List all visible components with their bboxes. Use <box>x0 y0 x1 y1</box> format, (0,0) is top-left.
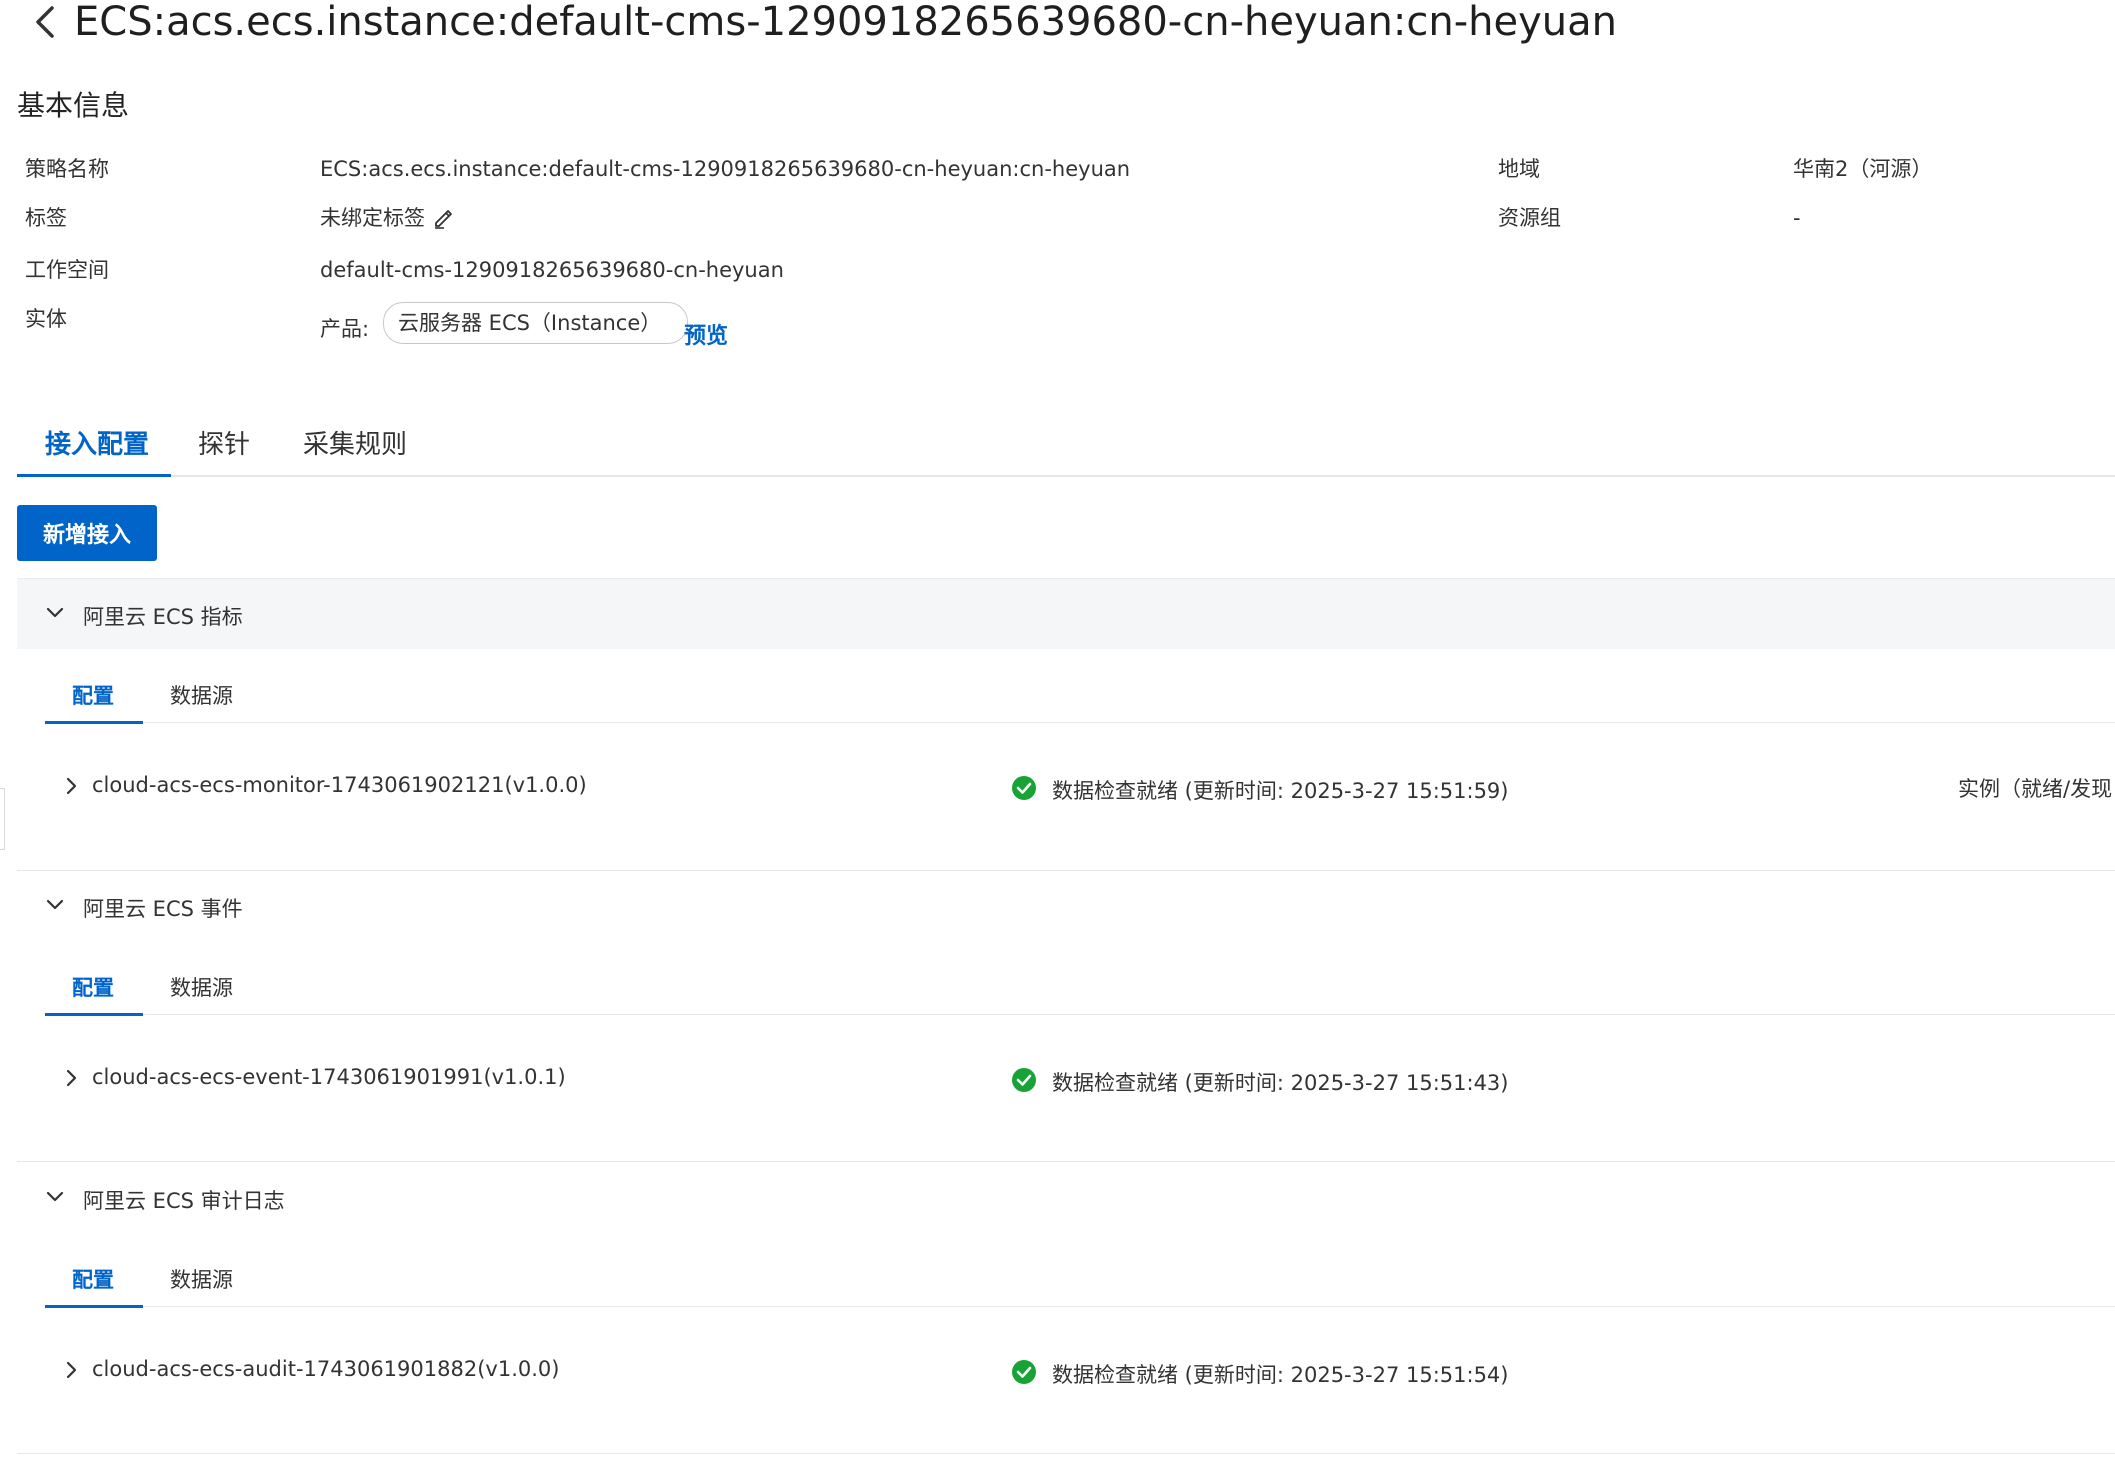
group-separator <box>17 1161 2115 1162</box>
chevron-down-icon[interactable] <box>42 1184 68 1210</box>
group-title-ecs-events: 阿里云 ECS 事件 <box>83 897 243 921</box>
group-separator <box>17 870 2115 871</box>
subtab-divider <box>45 1306 2115 1307</box>
tab-probe[interactable]: 探针 <box>198 424 250 461</box>
config-item-name[interactable]: cloud-acs-ecs-audit-1743061901882(v1.0.0… <box>92 1357 559 1381</box>
group-header-ecs-audit-log[interactable] <box>17 1163 2115 1233</box>
tab-collection-rules[interactable]: 采集规则 <box>303 424 407 461</box>
chevron-down-icon[interactable] <box>42 600 68 626</box>
basic-info-heading: 基本信息 <box>17 89 130 122</box>
instance-status-text: 实例（就绪/发现 <box>1958 777 2113 801</box>
status-text: 数据检查就绪 (更新时间: 2025-3-27 15:51:59) <box>1052 779 1509 803</box>
chevron-right-icon[interactable] <box>58 1357 84 1383</box>
tab-access-config[interactable]: 接入配置 <box>45 424 149 461</box>
resource-group-value: - <box>1793 206 1801 230</box>
policy-name-value: ECS:acs.ecs.instance:default-cms-1290918… <box>320 157 1131 181</box>
group-title-ecs-metrics: 阿里云 ECS 指标 <box>83 605 243 629</box>
config-item-name[interactable]: cloud-acs-ecs-monitor-1743061902121(v1.0… <box>92 773 587 797</box>
active-subtab-indicator <box>45 1013 143 1016</box>
preview-link[interactable]: 预览 <box>684 318 728 350</box>
config-item-name[interactable]: cloud-acs-ecs-event-1743061901991(v1.0.1… <box>92 1065 566 1089</box>
chevron-right-icon[interactable] <box>58 1065 84 1091</box>
product-tag: 云服务器 ECS（Instance） <box>383 302 689 344</box>
product-prefix: 产品: <box>320 317 370 341</box>
resource-group-label: 资源组 <box>1498 206 1561 230</box>
page-title: ECS:acs.ecs.instance:default-cms-1290918… <box>74 0 1617 45</box>
back-arrow-icon[interactable] <box>26 2 66 42</box>
edit-pencil-icon[interactable] <box>432 207 454 229</box>
tags-value: 未绑定标签 <box>320 205 454 231</box>
check-circle-icon <box>1012 1360 1036 1384</box>
subtab-divider <box>45 722 2115 723</box>
active-subtab-indicator <box>45 721 143 724</box>
workspace-label: 工作空间 <box>25 258 109 282</box>
active-subtab-indicator <box>45 1305 143 1308</box>
region-value: 华南2（河源） <box>1793 157 1933 181</box>
entity-label: 实体 <box>25 307 67 331</box>
group-separator <box>17 1453 2115 1454</box>
subtab-datasource[interactable]: 数据源 <box>170 680 233 710</box>
check-circle-icon <box>1012 776 1036 800</box>
policy-name-label: 策略名称 <box>25 157 109 181</box>
chevron-right-icon[interactable] <box>58 773 84 799</box>
group-header-ecs-metrics[interactable] <box>17 578 2115 649</box>
tags-label: 标签 <box>25 206 67 230</box>
subtab-config[interactable]: 配置 <box>72 680 114 710</box>
side-drawer-handle[interactable] <box>0 788 5 850</box>
active-tab-indicator <box>17 474 171 477</box>
subtab-datasource[interactable]: 数据源 <box>170 972 233 1002</box>
status-text: 数据检查就绪 (更新时间: 2025-3-27 15:51:54) <box>1052 1363 1509 1387</box>
group-header-ecs-events[interactable] <box>17 872 2115 942</box>
tabs-divider <box>17 475 2115 477</box>
subtab-divider <box>45 1014 2115 1015</box>
region-label: 地域 <box>1498 157 1540 181</box>
status-text: 数据检查就绪 (更新时间: 2025-3-27 15:51:43) <box>1052 1071 1509 1095</box>
subtab-config[interactable]: 配置 <box>72 972 114 1002</box>
chevron-down-icon[interactable] <box>42 892 68 918</box>
subtab-datasource[interactable]: 数据源 <box>170 1264 233 1294</box>
workspace-value: default-cms-1290918265639680-cn-heyuan <box>320 258 784 282</box>
subtab-config[interactable]: 配置 <box>72 1264 114 1294</box>
add-access-button[interactable]: 新增接入 <box>17 505 157 561</box>
check-circle-icon <box>1012 1068 1036 1092</box>
tags-value-text: 未绑定标签 <box>320 206 425 230</box>
group-title-ecs-audit-log: 阿里云 ECS 审计日志 <box>83 1189 285 1213</box>
